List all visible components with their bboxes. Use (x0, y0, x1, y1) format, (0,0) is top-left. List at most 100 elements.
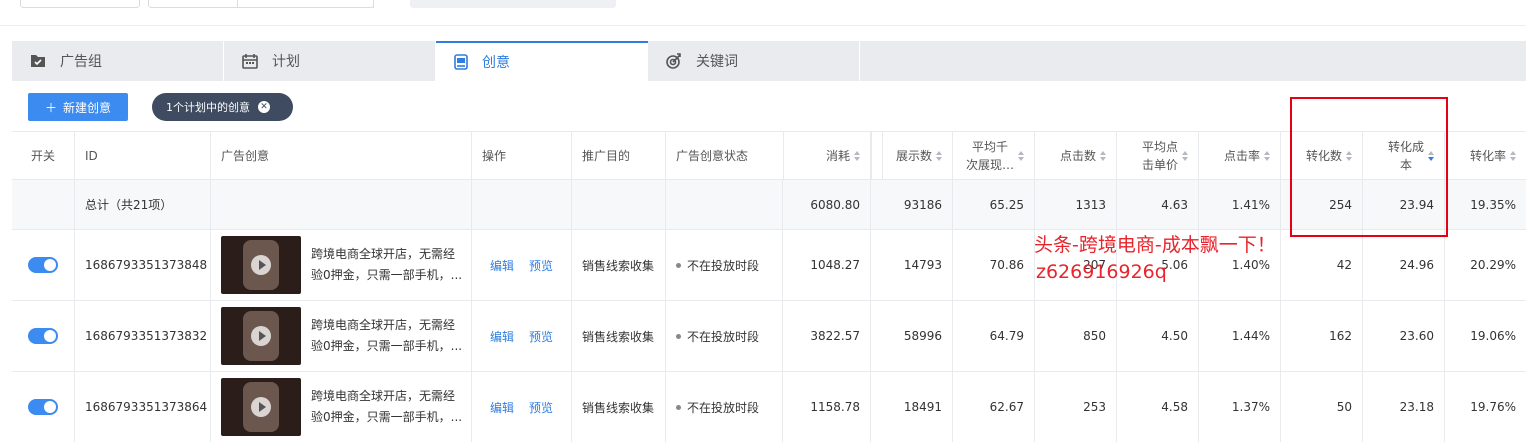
col-creative: 广告创意 (211, 132, 472, 179)
col-cpa-label: 本 (1399, 157, 1412, 172)
total-conv-rate: 19.35% (1470, 197, 1516, 212)
col-cost[interactable]: 消耗 (783, 132, 871, 179)
creative-text: 跨境电商全球开店，无需经 (311, 247, 456, 261)
video-thumbnail[interactable] (221, 236, 301, 294)
metric-cpc: 5.06 (1161, 258, 1188, 272)
status-toggle[interactable] (28, 328, 58, 344)
new-creative-button[interactable]: ＋ 新建创意 (28, 93, 128, 121)
plan-filter-chip[interactable]: 1个计划中的创意 ✕ (152, 93, 293, 121)
preview-link[interactable]: 预览 (529, 399, 553, 416)
col-id-label: ID (85, 148, 98, 163)
preview-link[interactable]: 预览 (529, 257, 553, 274)
status-dot-icon (676, 404, 681, 410)
col-cpm-label: 平均千 (971, 139, 1008, 154)
metric-cpm: 64.79 (989, 329, 1024, 343)
preview-link[interactable]: 预览 (529, 328, 553, 345)
total-label-text: 总计（共21项） (85, 198, 173, 212)
status-dot-icon (676, 333, 681, 339)
video-thumbnail[interactable] (221, 378, 301, 436)
col-cpm-label: 次展现… (965, 157, 1014, 172)
tab-keyword[interactable]: 关键词 (648, 41, 860, 81)
metric-impressions: 14793 (903, 258, 942, 272)
col-clicks[interactable]: 点击数 (1035, 132, 1117, 179)
close-icon[interactable]: ✕ (258, 101, 270, 113)
level-tabs: 广告组 计划 创意 关键词 (12, 41, 1526, 81)
purpose-text: 销售线索收集 (582, 258, 655, 273)
calendar-icon (242, 54, 258, 69)
edit-link[interactable]: 编辑 (490, 328, 514, 345)
col-id: ID (75, 132, 211, 179)
play-icon (251, 255, 271, 275)
creative-text: 验0押金，只需一部手机，... (311, 410, 463, 424)
total-conversions: 254 (1329, 197, 1352, 212)
play-icon (251, 397, 271, 417)
total-ctr: 1.41% (1231, 197, 1270, 212)
target-icon (666, 53, 681, 69)
metric-conv-rate: 19.76% (1470, 400, 1516, 414)
col-conv-rate[interactable]: 转化率 (1445, 132, 1526, 179)
sort-icon (936, 150, 942, 162)
col-purpose: 推广目的 (572, 132, 666, 179)
edit-link[interactable]: 编辑 (490, 399, 514, 416)
tab-ad-group[interactable]: 广告组 (12, 41, 224, 81)
metric-cost-per-conv: 24.96 (1399, 258, 1434, 272)
sort-icon (1100, 150, 1106, 162)
col-cpm[interactable]: 平均千次展现… (953, 132, 1035, 179)
metric-cost: 3822.57 (810, 329, 860, 343)
tab-creative[interactable]: 创意 (436, 41, 648, 81)
status-dot-icon (676, 262, 681, 268)
col-action-label: 操作 (482, 149, 507, 163)
metric-conversions: 42 (1336, 258, 1352, 272)
edit-link[interactable]: 编辑 (490, 257, 514, 274)
col-cost-label: 消耗 (825, 149, 850, 163)
col-action: 操作 (472, 132, 572, 179)
tab-plan[interactable]: 计划 (224, 41, 436, 81)
status-text: 不在投放时段 (687, 258, 760, 273)
metric-conv-rate: 19.06% (1470, 329, 1516, 343)
tab-label: 广告组 (60, 54, 102, 70)
creative-id: 1686793351373832 (85, 329, 208, 343)
status-toggle[interactable] (28, 257, 58, 273)
tab-label: 计划 (272, 54, 300, 70)
status-toggle[interactable] (28, 399, 58, 415)
purpose-text: 销售线索收集 (582, 400, 655, 415)
metric-ctr: 1.37% (1231, 400, 1270, 414)
col-impressions[interactable]: 展示数 (871, 132, 953, 179)
status-text: 不在投放时段 (687, 329, 760, 344)
metric-cpm: 62.67 (989, 400, 1024, 414)
search-input[interactable] (148, 0, 374, 8)
total-cost: 6080.80 (810, 197, 860, 212)
metric-cost: 1158.78 (810, 400, 860, 414)
creative-text: 跨境电商全球开店，无需经 (311, 318, 456, 332)
metric-conversions: 50 (1336, 400, 1352, 414)
col-cpc[interactable]: 平均点 击单价 (1117, 132, 1199, 179)
metric-clicks: 207 (1083, 258, 1106, 272)
col-purpose-label: 推广目的 (582, 149, 631, 163)
metric-conversions: 162 (1329, 329, 1352, 343)
col-cpc-label: 击单价 (1141, 157, 1178, 172)
total-label: 总计（共21项） (75, 180, 211, 229)
col-conv-rate-label: 转化率 (1469, 149, 1506, 163)
creative-text: 验0押金，只需一部手机，... (311, 339, 463, 353)
metric-clicks: 253 (1083, 400, 1106, 414)
total-cpm: 65.25 (989, 197, 1024, 212)
metric-cost-per-conv: 23.18 (1399, 400, 1434, 414)
video-thumbnail[interactable] (221, 307, 301, 365)
metric-cost: 1048.27 (810, 258, 860, 272)
sort-icon (1182, 150, 1188, 162)
metric-cpm: 70.86 (989, 258, 1024, 272)
metric-impressions: 58996 (903, 329, 942, 343)
filter-select[interactable] (410, 0, 616, 8)
table-header: 开关 ID 广告创意 操作 推广目的 广告创意状态 消耗 展示数 平均千 次展现…… (12, 131, 1526, 180)
col-clicks-label: 点击数 (1059, 149, 1096, 163)
sort-icon (1264, 150, 1270, 162)
col-cost-per-conversion[interactable]: 转化成本 (1363, 132, 1445, 179)
col-ctr[interactable]: 点击率 (1199, 132, 1281, 179)
top-filter-bar (0, 0, 1526, 26)
date-picker[interactable] (20, 0, 140, 8)
play-icon (251, 326, 271, 346)
total-clicks: 1313 (1075, 197, 1106, 212)
col-conversions[interactable]: 转化数 (1281, 132, 1363, 179)
plus-icon: ＋ (44, 100, 57, 115)
tab-label: 创意 (482, 55, 510, 71)
